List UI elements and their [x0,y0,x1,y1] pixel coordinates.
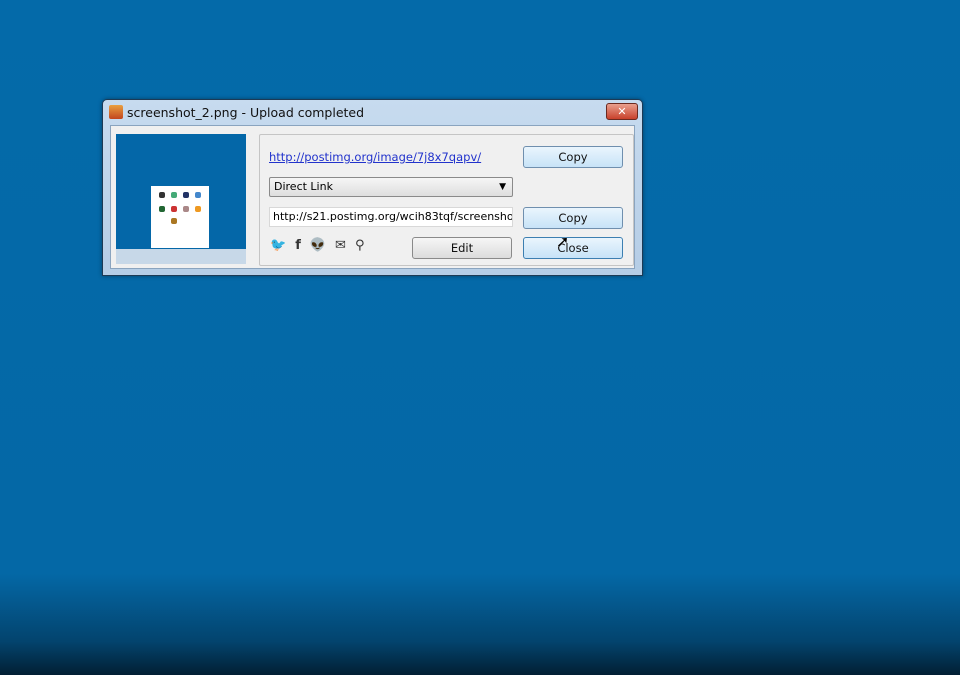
thumbnail-window [151,186,209,248]
reddit-icon[interactable]: 👽 [310,238,326,253]
screenshot-thumbnail[interactable] [116,134,246,264]
facebook-icon[interactable]: f [295,238,301,253]
link-type-value: Direct Link [274,180,333,193]
copy-page-link-button[interactable]: Copy [523,146,623,168]
links-group: http://postimg.org/image/7j8x7qapv/ Copy… [259,134,634,266]
direct-url-input[interactable]: http://s21.postimg.org/wcih83tqf/screens… [269,207,513,227]
close-button[interactable]: Close [523,237,623,259]
window-title: screenshot_2.png - Upload completed [127,105,365,120]
page-link[interactable]: http://postimg.org/image/7j8x7qapv/ [269,150,481,164]
mouse-cursor-icon: ➚ [556,232,570,251]
thumbnail-taskbar [116,249,246,264]
link-type-select[interactable]: Direct Link ▼ [269,177,513,197]
mail-icon[interactable]: ✉ [335,238,346,253]
app-icon [109,105,123,119]
chevron-down-icon: ▼ [499,182,506,192]
search-icon[interactable]: ⚲ [355,238,365,253]
share-icons: 🐦 f 👽 ✉ ⚲ [270,238,364,253]
twitter-icon[interactable]: 🐦 [270,238,286,253]
window-close-button[interactable]: ✕ [606,103,638,120]
copy-direct-link-button[interactable]: Copy [523,207,623,229]
edit-button[interactable]: Edit [412,237,512,259]
